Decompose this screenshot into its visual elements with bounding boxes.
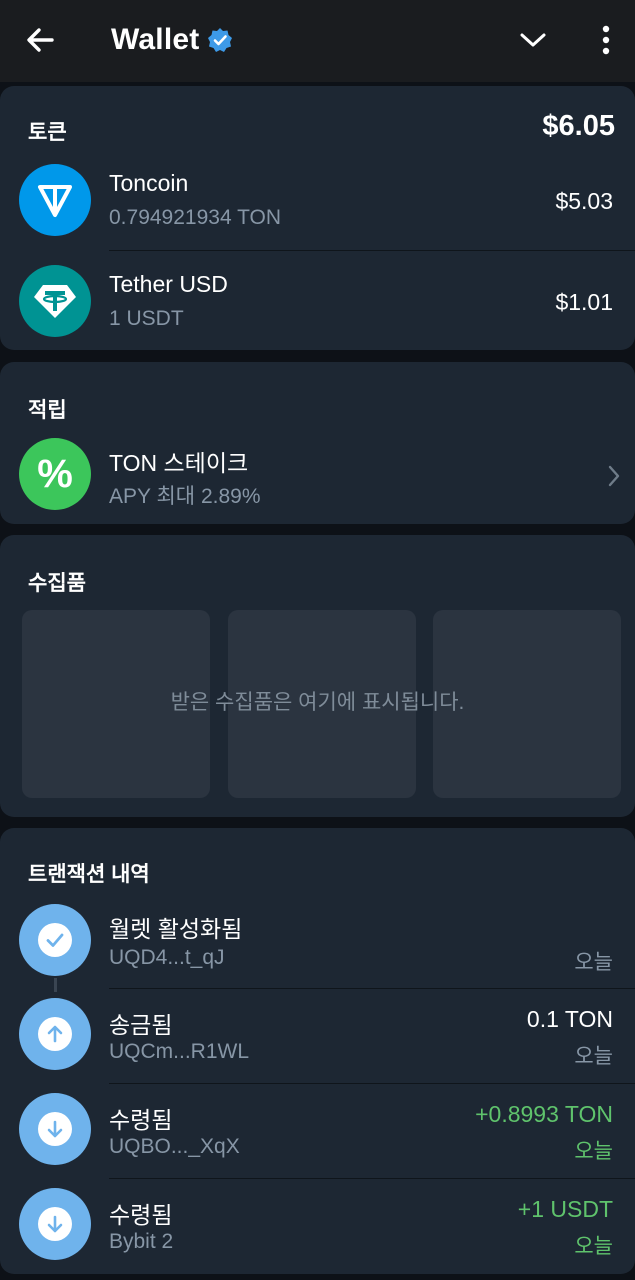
transaction-address: UQCm...R1WL [109, 1040, 250, 1063]
transaction-date: 오늘 [574, 1140, 613, 1163]
transaction-avatar [19, 904, 91, 976]
transaction-date: 오늘 [574, 1045, 613, 1068]
transactions-section-title: 트랜잭션 내역 [28, 863, 150, 886]
transaction-avatar [19, 998, 91, 1070]
tether-avatar [19, 265, 91, 337]
staking-apy: APY 최대 2.89% [109, 485, 261, 508]
tokens-card: 토큰 $6.05 Toncoin 0.794921934 TON $5.03 T… [0, 86, 635, 350]
chevron-down-icon [520, 33, 546, 47]
arrow-down-icon [47, 1120, 63, 1138]
staking-card: 적립 % TON 스테이크 APY 최대 2.89% [0, 362, 635, 524]
transaction-address: UQBO..._XqX [109, 1135, 240, 1158]
transaction-row[interactable]: 월렛 활성화됨 UQD4...t_qJ 오늘 [0, 890, 635, 988]
toncoin-avatar [19, 164, 91, 236]
transaction-row[interactable]: 수령됨 UQBO..._XqX +0.8993 TON 오늘 [0, 1081, 635, 1175]
check-icon [46, 933, 64, 947]
transaction-row[interactable]: 수령됨 Bybit 2 +1 USDT 오늘 [0, 1176, 635, 1270]
token-balance: 1 USDT [109, 307, 184, 330]
more-options-button[interactable] [592, 22, 620, 58]
staking-row[interactable]: % TON 스테이크 APY 최대 2.89% [0, 424, 635, 524]
transaction-title: 수령됨 [109, 1107, 173, 1133]
tether-icon [34, 285, 76, 318]
transaction-address: Bybit 2 [109, 1230, 174, 1253]
token-row-toncoin[interactable]: Toncoin 0.794921934 TON $5.03 [0, 150, 635, 250]
arrow-left-icon [27, 28, 54, 52]
transaction-title: 월렛 활성화됨 [109, 916, 243, 942]
more-vertical-icon [602, 25, 610, 55]
transaction-amount: +1 USDT [517, 1196, 613, 1222]
percent-icon: % [37, 452, 73, 496]
transaction-amount: 0.1 TON [526, 1006, 613, 1032]
verified-badge-icon [208, 28, 233, 52]
app-header: Wallet [0, 0, 635, 82]
token-name: Toncoin [109, 170, 189, 196]
transaction-title: 수령됨 [109, 1202, 173, 1228]
transaction-row[interactable]: 송금됨 UQCm...R1WL 0.1 TON 오늘 [0, 986, 635, 1080]
collectibles-section-title: 수집품 [28, 572, 86, 595]
tokens-total-value: $6.05 [542, 110, 615, 142]
arrow-up-icon [47, 1025, 63, 1043]
transaction-date: 오늘 [574, 1235, 613, 1258]
transaction-date: 오늘 [574, 951, 613, 974]
token-balance: 0.794921934 TON [109, 206, 282, 229]
token-value: $5.03 [555, 188, 613, 214]
token-name: Tether USD [109, 271, 228, 297]
dropdown-button[interactable] [515, 22, 551, 58]
arrow-down-icon [47, 1215, 63, 1233]
staking-avatar: % [19, 438, 91, 510]
staking-section-title: 적립 [28, 399, 67, 422]
staking-name: TON 스테이크 [109, 450, 249, 476]
back-button[interactable] [22, 22, 58, 58]
token-value: $1.01 [555, 289, 613, 315]
transactions-card: 트랜잭션 내역 월렛 활성화됨 UQD4...t_qJ 오늘 송금됨 UQCm.… [0, 828, 635, 1274]
transaction-avatar [19, 1093, 91, 1165]
chevron-right-icon [608, 465, 620, 487]
tokens-section-title: 토큰 [28, 121, 67, 144]
transaction-address: UQD4...t_qJ [109, 946, 225, 969]
collectibles-empty-message: 받은 수집품은 여기에 표시됩니다. [170, 691, 465, 714]
title-group: Wallet [111, 18, 233, 62]
transaction-title: 송금됨 [109, 1012, 173, 1038]
page-title: Wallet [111, 23, 200, 56]
transaction-amount: +0.8993 TON [475, 1101, 613, 1127]
token-row-tether[interactable]: Tether USD 1 USDT $1.01 [0, 251, 635, 351]
transaction-avatar [19, 1188, 91, 1260]
toncoin-icon [38, 185, 72, 217]
